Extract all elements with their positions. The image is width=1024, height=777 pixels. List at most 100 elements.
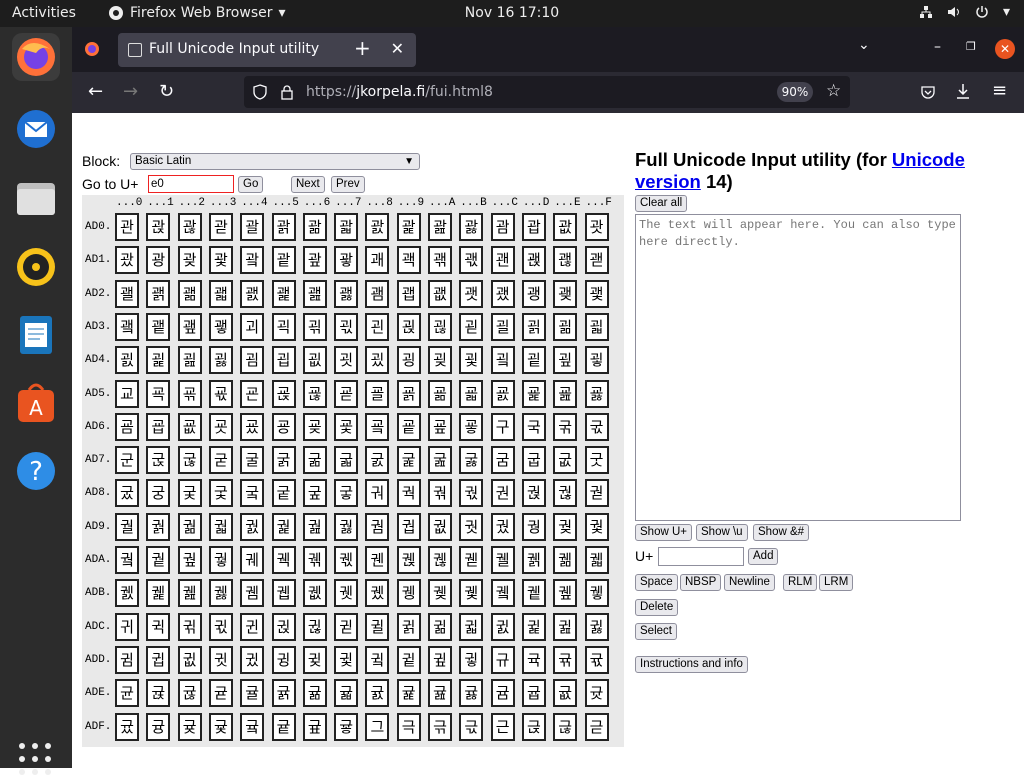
char-cell[interactable]: 굿 [584, 446, 609, 475]
char-cell[interactable]: 굌 [490, 346, 515, 375]
char-cell[interactable]: 괰 [115, 312, 139, 341]
rlm-button[interactable]: RLM [783, 574, 818, 591]
char-cell[interactable]: 귌 [490, 612, 515, 641]
zoom-indicator[interactable]: 90% [777, 82, 813, 102]
char-cell[interactable]: 괮 [553, 279, 578, 308]
block-select[interactable]: Basic Latin ▼ [130, 153, 420, 170]
char-cell[interactable]: 괕 [271, 246, 296, 275]
char-cell[interactable]: 귥 [271, 679, 296, 708]
char-cell[interactable]: 귟 [584, 645, 609, 674]
char-cell[interactable]: 귕 [271, 645, 296, 674]
char-cell[interactable]: 괝 [521, 246, 546, 275]
software-dock-icon[interactable]: A [12, 379, 60, 427]
char-cell[interactable]: 굀 [115, 346, 139, 375]
char-cell[interactable]: 귋 [459, 612, 484, 641]
clear-all-button[interactable]: Clear all [635, 195, 688, 212]
char-cell[interactable]: 균 [115, 679, 139, 708]
char-cell[interactable]: 궺 [428, 579, 452, 608]
output-textarea[interactable]: The text will appear here. You can also … [635, 214, 961, 521]
reload-icon[interactable]: ↻ [159, 81, 174, 102]
char-cell[interactable]: 귝 [521, 645, 546, 674]
char-cell[interactable]: 괺 [428, 312, 452, 341]
char-cell[interactable]: 괂 [177, 213, 202, 241]
char-cell[interactable]: 귆 [302, 612, 327, 641]
char-cell[interactable]: 굚 [428, 379, 452, 408]
nbsp-button[interactable]: NBSP [680, 574, 722, 591]
char-cell[interactable]: 굉 [396, 346, 421, 375]
char-cell[interactable]: 귶 [302, 712, 327, 741]
list-tabs-icon[interactable]: ⌄ [858, 37, 870, 53]
char-cell[interactable]: 궩 [396, 546, 421, 574]
char-cell[interactable]: 괦 [302, 279, 327, 308]
char-cell[interactable]: 굼 [490, 446, 515, 475]
char-cell[interactable]: 귡 [146, 679, 171, 708]
char-cell[interactable]: 귱 [146, 712, 171, 741]
char-cell[interactable]: 궵 [271, 579, 296, 608]
char-cell[interactable]: 괨 [365, 279, 390, 308]
char-cell[interactable]: 귑 [146, 645, 171, 674]
char-cell[interactable]: 궈 [365, 479, 390, 508]
char-cell[interactable]: 굑 [146, 379, 171, 408]
char-cell[interactable]: 굢 [177, 412, 202, 441]
char-cell[interactable]: 굝 [521, 379, 546, 408]
char-cell[interactable]: 궂 [177, 479, 202, 508]
lock-icon[interactable] [280, 84, 294, 100]
char-cell[interactable]: 괓 [208, 246, 233, 275]
char-cell[interactable]: 굒 [177, 379, 202, 408]
char-cell[interactable]: 괔 [240, 246, 265, 275]
forward-icon[interactable]: → [123, 81, 138, 102]
char-cell[interactable]: 궔 [240, 512, 265, 541]
char-cell[interactable]: 귚 [428, 645, 452, 674]
char-cell[interactable]: 굠 [115, 412, 139, 441]
char-cell[interactable]: 굵 [271, 446, 296, 475]
char-cell[interactable]: 괐 [115, 246, 139, 275]
char-cell[interactable]: 굛 [459, 379, 484, 408]
char-cell[interactable]: 궞 [553, 512, 578, 541]
char-cell[interactable]: 괙 [396, 246, 421, 275]
char-cell[interactable]: 궦 [302, 546, 327, 574]
char-cell[interactable]: 괶 [302, 312, 327, 341]
char-cell[interactable]: 괟 [584, 246, 609, 275]
char-cell[interactable]: 괒 [177, 246, 202, 275]
char-cell[interactable]: 귂 [177, 612, 202, 641]
char-cell[interactable]: 귬 [490, 679, 515, 708]
activities-button[interactable]: Activities [12, 5, 76, 21]
pocket-icon[interactable] [920, 84, 936, 100]
char-cell[interactable]: 굯 [584, 412, 609, 441]
downloads-icon[interactable] [955, 83, 971, 101]
char-cell[interactable]: 괩 [396, 279, 421, 308]
char-cell[interactable]: 굥 [271, 412, 296, 441]
char-cell[interactable]: 괇 [334, 213, 359, 241]
char-cell[interactable]: 궣 [208, 546, 233, 574]
char-cell[interactable]: 귳 [208, 712, 233, 741]
char-cell[interactable]: 귉 [396, 612, 421, 641]
char-cell[interactable]: 괾 [553, 312, 578, 341]
char-cell[interactable]: 괤 [240, 279, 265, 308]
char-cell[interactable]: 괴 [240, 312, 265, 341]
space-button[interactable]: Space [635, 574, 678, 591]
maximize-icon[interactable]: ❐ [966, 40, 976, 53]
char-cell[interactable]: 국 [521, 412, 546, 441]
char-cell[interactable]: 괲 [177, 312, 202, 341]
char-cell[interactable]: 궽 [521, 579, 546, 608]
char-cell[interactable]: 귈 [365, 612, 390, 641]
char-cell[interactable]: 굏 [584, 346, 609, 375]
char-cell[interactable]: 괍 [521, 213, 546, 241]
thunderbird-dock-icon[interactable] [12, 105, 60, 153]
char-cell[interactable]: 귖 [302, 645, 327, 674]
char-cell[interactable]: 굸 [365, 446, 390, 475]
char-cell[interactable]: 괭 [521, 279, 546, 308]
char-cell[interactable]: 귅 [271, 612, 296, 641]
char-cell[interactable]: 괜 [490, 246, 515, 275]
char-cell[interactable]: 괈 [365, 213, 390, 241]
char-cell[interactable]: 괹 [396, 312, 421, 341]
char-cell[interactable]: 궜 [490, 512, 515, 541]
delete-button[interactable]: Delete [635, 599, 679, 616]
char-cell[interactable]: 궓 [208, 512, 233, 541]
char-cell[interactable]: 궆 [302, 479, 327, 508]
char-cell[interactable]: 궻 [459, 579, 484, 608]
char-cell[interactable]: 괚 [428, 246, 452, 275]
menu-hamburger-icon[interactable]: ≡ [992, 80, 1007, 101]
firefox-view-icon[interactable] [84, 41, 100, 57]
char-cell[interactable]: 군 [115, 446, 139, 475]
